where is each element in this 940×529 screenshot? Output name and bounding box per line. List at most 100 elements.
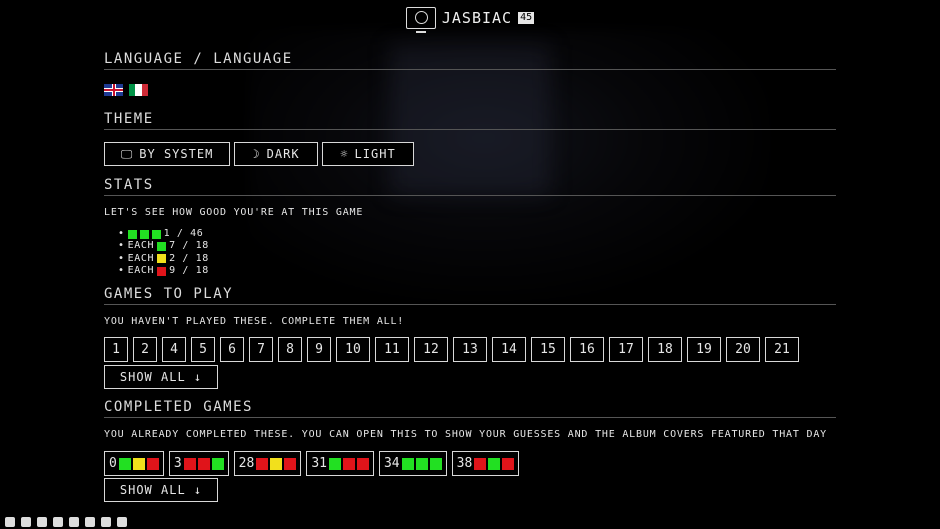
completed-game-28-button[interactable]: 28 (233, 451, 302, 476)
completed-game-number: 3 (173, 456, 182, 471)
stats-row: • 1 / 46 (118, 228, 204, 239)
facebook-icon[interactable] (5, 517, 15, 527)
stats-prefix: EACH (127, 240, 155, 252)
show-all-completed-button[interactable]: SHOW ALL ↓ (104, 478, 218, 502)
result-square (146, 457, 159, 470)
result-square (211, 457, 224, 470)
completed-game-number: 31 (311, 456, 327, 471)
logo-icon[interactable] (405, 7, 436, 33)
result-square (284, 457, 297, 470)
result-square (256, 457, 269, 470)
game-21-button[interactable]: 21 (765, 337, 799, 362)
completed-games-subtitle: YOU ALREADY COMPLETED THESE. YOU CAN OPE… (104, 429, 827, 440)
theme-dark-button[interactable]: ☽ DARK (234, 142, 318, 166)
show-all-games-button[interactable]: SHOW ALL ↓ (104, 365, 218, 389)
games-to-play-list: 1 2 4 5 6 7 8 9 10 11 12 13 14 15 16 17 18 19 20 21 (104, 337, 799, 362)
theme-light-button[interactable]: ☼ LIGHT (322, 142, 414, 166)
stats-row: • EACH 9 / 18 (118, 264, 209, 276)
game-14-button[interactable]: 14 (492, 337, 526, 362)
language-flags (104, 84, 148, 96)
game-11-button[interactable]: 11 (375, 337, 409, 362)
game-6-button[interactable]: 6 (220, 337, 244, 362)
stats-row: • EACH 2 / 18 (118, 252, 209, 264)
game-9-button[interactable]: 9 (307, 337, 331, 362)
game-4-button[interactable]: 4 (162, 337, 186, 362)
game-12-button[interactable]: 12 (414, 337, 448, 362)
x-icon[interactable] (21, 517, 31, 527)
sun-icon: ☼ (340, 147, 349, 161)
game-8-button[interactable]: 8 (278, 337, 302, 362)
games-to-play-subtitle: YOU HAVEN'T PLAYED THESE. COMPLETE THEM … (104, 316, 405, 327)
italy-flag-icon[interactable] (129, 84, 148, 96)
result-square (157, 241, 167, 251)
completed-games-title: COMPLETED GAMES (104, 399, 836, 418)
game-19-button[interactable]: 19 (687, 337, 721, 362)
stats-list: • 1 / 46 • EACH 7 / 18 • EACH 2 / 18 • EACH 9 / 18 (118, 228, 209, 277)
game-1-button[interactable]: 1 (104, 337, 128, 362)
completed-game-number: 38 (456, 456, 473, 471)
game-17-button[interactable]: 17 (609, 337, 643, 362)
result-square (183, 457, 196, 470)
completed-game-31-button[interactable]: 31 (306, 451, 374, 476)
language-title: LANGUAGE / LANGUAGE (104, 51, 836, 70)
result-square (342, 457, 355, 470)
result-square (197, 457, 210, 470)
messenger-icon[interactable] (69, 517, 79, 527)
stats-value: 1 / 46 (163, 228, 204, 239)
brand-name[interactable]: JASBIAC (442, 9, 512, 27)
theme-system-label: BY SYSTEM (139, 147, 214, 161)
result-square (127, 229, 137, 239)
result-square (415, 457, 428, 470)
result-square (474, 457, 487, 470)
theme-dark-label: DARK (266, 147, 300, 161)
theme-light-label: LIGHT (354, 147, 396, 161)
social-footer (5, 517, 127, 527)
result-square (429, 457, 442, 470)
game-18-button[interactable]: 18 (648, 337, 682, 362)
bluesky-icon[interactable] (37, 517, 47, 527)
games-to-play-title: GAMES TO PLAY (104, 286, 836, 305)
result-square (270, 457, 283, 470)
result-square (139, 229, 149, 239)
game-2-button[interactable]: 2 (133, 337, 157, 362)
stats-title: STATS (104, 177, 836, 196)
result-square (328, 457, 341, 470)
monitor-icon: 🖵 (120, 146, 134, 161)
theme-title: THEME (104, 111, 836, 130)
version-badge: 45 (518, 12, 535, 24)
result-square (151, 229, 161, 239)
result-square (132, 457, 145, 470)
stats-row: • EACH 7 / 18 (118, 240, 209, 252)
instagram-icon[interactable] (85, 517, 95, 527)
completed-game-38-button[interactable]: 38 (451, 451, 520, 476)
result-square (157, 266, 167, 276)
uk-flag-icon[interactable] (104, 84, 123, 96)
game-13-button[interactable]: 13 (453, 337, 487, 362)
soundcloud-icon[interactable] (117, 517, 127, 527)
game-7-button[interactable]: 7 (249, 337, 273, 362)
result-square (401, 457, 414, 470)
completed-games-list: 0 3 28 31 34 38 (104, 451, 520, 476)
completed-game-34-button[interactable]: 34 (378, 451, 447, 476)
youtube-icon[interactable] (53, 517, 63, 527)
game-10-button[interactable]: 10 (336, 337, 370, 362)
result-square (502, 457, 515, 470)
stats-subtitle: LET'S SEE HOW GOOD YOU'RE AT THIS GAME (104, 207, 364, 218)
moon-icon: ☽ (252, 147, 261, 161)
result-square (356, 457, 369, 470)
game-5-button[interactable]: 5 (191, 337, 215, 362)
completed-game-number: 34 (383, 456, 400, 471)
game-16-button[interactable]: 16 (570, 337, 604, 362)
game-20-button[interactable]: 20 (726, 337, 760, 362)
stats-prefix: EACH (127, 264, 155, 276)
completed-game-0-button[interactable]: 0 (104, 451, 164, 476)
completed-game-3-button[interactable]: 3 (168, 451, 229, 476)
stats-prefix: EACH (127, 252, 155, 264)
game-15-button[interactable]: 15 (531, 337, 565, 362)
telegram-icon[interactable] (101, 517, 111, 527)
stats-value: 2 / 18 (169, 252, 209, 264)
theme-system-button[interactable]: 🖵 BY SYSTEM (104, 142, 230, 166)
stats-value: 9 / 18 (169, 264, 209, 276)
result-square (118, 457, 131, 470)
header: JASBIAC 45 (0, 4, 940, 33)
